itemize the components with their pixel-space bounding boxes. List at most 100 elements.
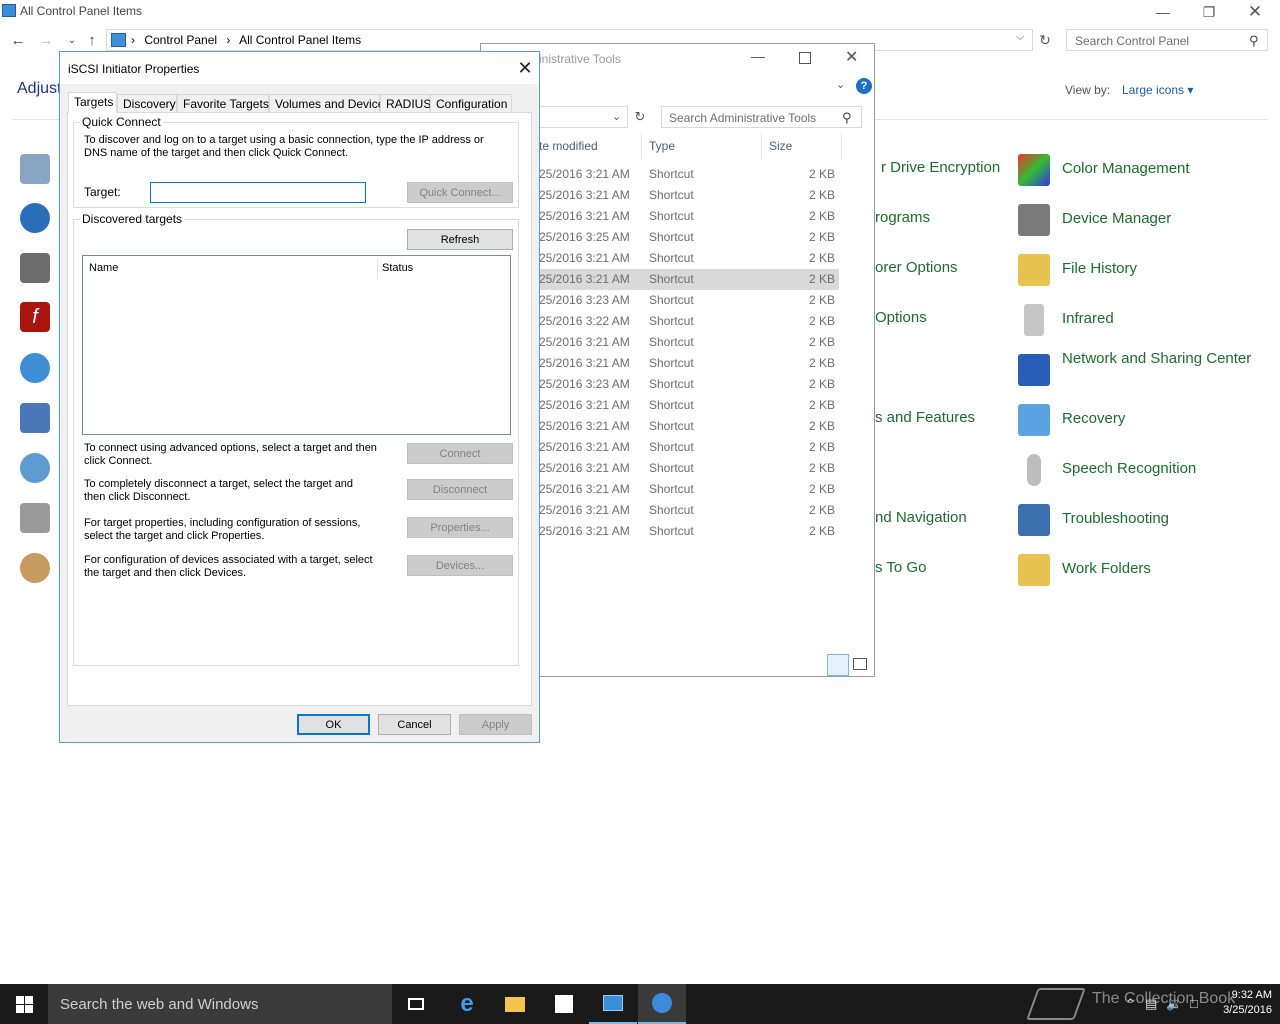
minimize-icon[interactable]: — [1140,0,1186,24]
table-row[interactable]: 25/2016 3:21 AM Shortcut 2 KB [539,332,839,353]
partial-item-label[interactable]: s and Features [875,409,975,426]
refresh-button[interactable]: Refresh [407,229,513,250]
table-row[interactable]: 25/2016 3:23 AM Shortcut 2 KB [539,290,839,311]
view-by-dropdown[interactable]: Large icons ▾ [1122,83,1193,97]
close-icon[interactable]: ✕ [845,47,858,67]
tab-targets[interactable]: Targets [68,92,117,113]
table-row[interactable]: 25/2016 3:21 AM Shortcut 2 KB [539,479,839,500]
address-bar[interactable]: ⌄ [539,106,628,128]
breadcrumb-control-panel[interactable]: Control Panel [144,33,217,47]
taskbar-search-box[interactable]: Search the web and Windows [48,984,392,1024]
column-type[interactable]: Type [649,139,675,153]
minimize-icon[interactable]: — [751,48,765,64]
partial-item-label[interactable]: s To Go [875,559,926,576]
search-admin-tools-input[interactable]: Search Administrative Tools ⚲ [661,106,862,128]
tray-chevron-icon[interactable]: ⌃ [1125,996,1136,1012]
properties-button[interactable]: Properties... [407,517,513,538]
table-row[interactable]: 25/2016 3:21 AM Shortcut 2 KB [539,185,839,206]
target-input[interactable] [150,182,366,203]
refresh-icon[interactable]: ↻ [1036,30,1054,50]
maximize-icon[interactable] [799,52,811,64]
iscsi-taskbar-icon[interactable] [638,984,686,1024]
admin-tools-icon[interactable] [20,154,50,184]
up-arrow-icon[interactable]: ↑ [82,30,102,50]
volume-icon[interactable]: 🔉 [1166,996,1182,1012]
tab-volumes-and-devices[interactable]: Volumes and Devices [269,94,390,113]
devices-button[interactable]: Devices... [407,555,513,576]
quick-connect-button[interactable]: Quick Connect... [407,182,513,203]
table-row[interactable]: 25/2016 3:21 AM Shortcut 2 KB [539,353,839,374]
partial-item-label[interactable]: r Drive Encryption [881,159,1000,176]
chevron-down-icon[interactable]: ⌄ [836,78,845,91]
partial-item-label[interactable]: Options [875,309,927,326]
user-accounts-icon[interactable] [20,553,50,583]
partial-item-label[interactable]: orer Options [875,259,958,276]
printer-icon[interactable] [20,253,50,283]
close-icon[interactable]: ✕ [515,58,535,78]
network-icon[interactable] [20,203,50,233]
date-time-icon[interactable] [20,453,50,483]
forward-arrow-icon[interactable]: → [36,30,56,50]
partial-item-label[interactable]: rograms [875,209,930,226]
details-view-icon[interactable] [827,654,849,676]
file-explorer-icon[interactable] [491,984,539,1024]
internet-options-icon[interactable] [20,353,50,383]
tab-favorite-targets[interactable]: Favorite Targets [177,94,269,113]
clock[interactable]: 9:32 AM 3/25/2016 [1212,988,1272,1018]
edge-icon[interactable]: e [443,984,491,1024]
table-row[interactable]: 25/2016 3:21 AM Shortcut 2 KB [539,437,839,458]
disconnect-button[interactable]: Disconnect [407,479,513,500]
table-row[interactable]: 25/2016 3:21 AM Shortcut 2 KB [539,395,839,416]
address-dropdown-icon[interactable]: ⌵ [1016,31,1024,44]
address-dropdown-icon[interactable]: ⌄ [612,110,621,123]
column-status[interactable]: Status [382,262,413,274]
discovered-targets-list[interactable]: Name Status [82,255,511,435]
table-row[interactable]: 25/2016 3:25 AM Shortcut 2 KB [539,227,839,248]
tab-radius[interactable]: RADIUS [380,94,431,113]
store-icon[interactable] [540,984,588,1024]
table-row[interactable]: 25/2016 3:21 AM Shortcut 2 KB [539,206,839,227]
refresh-icon[interactable]: ↻ [631,107,649,127]
table-row[interactable]: 25/2016 3:21 AM Shortcut 2 KB [539,416,839,437]
table-row[interactable]: 25/2016 3:21 AM Shortcut 2 KB [539,269,839,290]
tab-discovery[interactable]: Discovery [117,94,177,113]
display-icon[interactable] [20,403,50,433]
column-separator[interactable] [761,133,762,159]
column-date-modified[interactable]: te modified [539,139,598,153]
restore-icon[interactable]: ❐ [1186,0,1232,24]
network-tray-icon[interactable]: ▤ [1145,996,1157,1012]
large-icons-view-icon[interactable] [853,658,867,670]
start-button[interactable] [0,984,48,1024]
close-icon[interactable]: ✕ [1232,0,1278,24]
help-icon[interactable]: ? [856,78,872,94]
dialog-titlebar[interactable]: iSCSI Initiator Properties ✕ [60,52,539,84]
task-view-icon[interactable] [392,984,440,1024]
recent-dropdown-icon[interactable]: ⌄ [62,30,82,50]
table-row[interactable]: 25/2016 3:21 AM Shortcut 2 KB [539,521,839,542]
targets-tab-panel: Quick Connect To discover and log on to … [67,112,532,706]
column-separator[interactable] [641,133,642,159]
partial-item-label[interactable]: nd Navigation [875,509,967,526]
back-arrow-icon[interactable]: ← [8,30,28,50]
table-row[interactable]: 25/2016 3:21 AM Shortcut 2 KB [539,458,839,479]
connect-button[interactable]: Connect [407,443,513,464]
table-row[interactable]: 25/2016 3:21 AM Shortcut 2 KB [539,248,839,269]
flash-player-icon[interactable]: f [20,302,50,332]
column-separator[interactable] [841,133,842,159]
ok-button[interactable]: OK [297,714,370,735]
cancel-button[interactable]: Cancel [378,714,451,735]
table-row[interactable]: 25/2016 3:22 AM Shortcut 2 KB [539,311,839,332]
table-row[interactable]: 25/2016 3:21 AM Shortcut 2 KB [539,164,839,185]
table-row[interactable]: 25/2016 3:23 AM Shortcut 2 KB [539,374,839,395]
apply-button[interactable]: Apply [459,714,532,735]
storage-icon[interactable] [20,503,50,533]
search-control-panel-input[interactable]: Search Control Panel ⚲ [1066,29,1268,51]
table-row[interactable]: 25/2016 3:21 AM Shortcut 2 KB [539,500,839,521]
column-size[interactable]: Size [769,139,792,153]
column-name[interactable]: Name [89,262,118,274]
breadcrumb-all-items[interactable]: All Control Panel Items [239,33,361,47]
column-separator[interactable] [377,258,378,279]
control-panel-taskbar-icon[interactable] [589,984,637,1024]
action-center-icon[interactable]: □ [1190,996,1198,1011]
tab-configuration[interactable]: Configuration [430,94,512,113]
